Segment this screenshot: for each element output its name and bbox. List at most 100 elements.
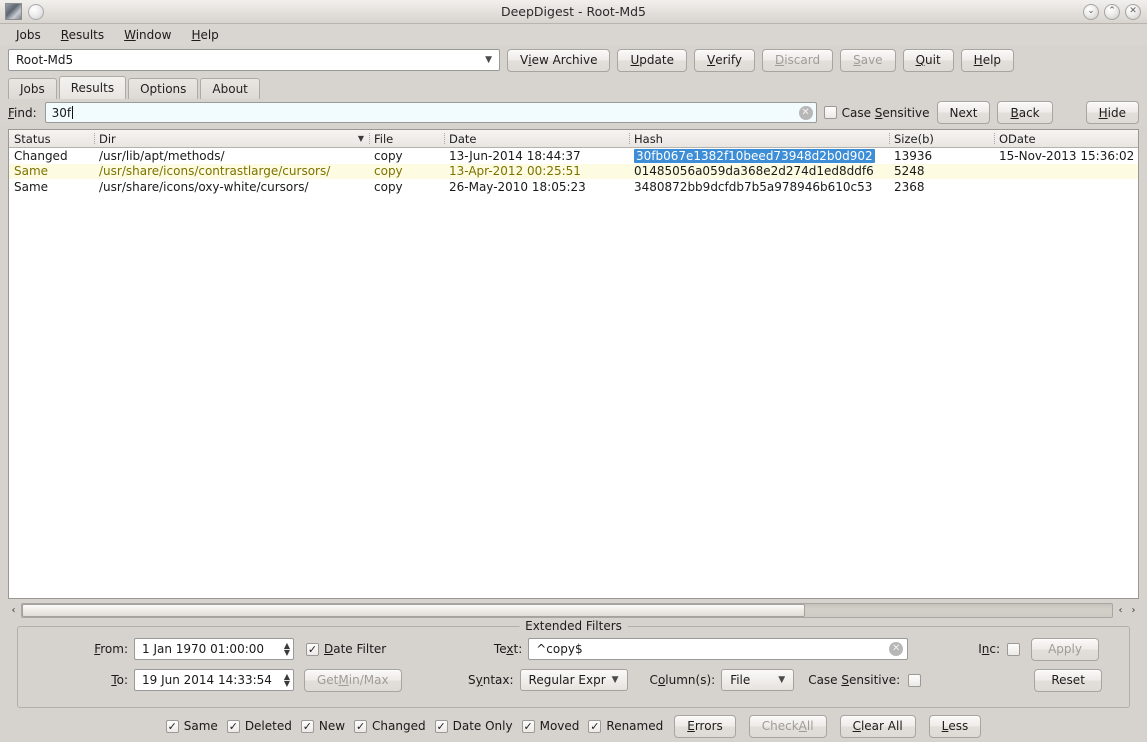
- close-icon[interactable]: ✕: [1125, 3, 1141, 20]
- minimize-icon[interactable]: ⌄: [1083, 3, 1099, 20]
- filter-same-checkbox[interactable]: ✓: [165, 719, 179, 733]
- filter-renamed[interactable]: ✓ Renamed: [588, 719, 663, 733]
- columns-select[interactable]: File ▼: [721, 669, 795, 691]
- column-header-hash-label: Hash: [634, 131, 663, 146]
- filter-moved[interactable]: ✓ Moved: [521, 719, 579, 733]
- scrollbar-thumb[interactable]: [22, 604, 805, 617]
- filter-date-only-checkbox[interactable]: ✓: [434, 719, 448, 733]
- column-grip-icon[interactable]: [994, 133, 995, 144]
- column-grip-icon[interactable]: [444, 133, 445, 144]
- menu-item-help-rest: elp: [200, 27, 219, 42]
- column-grip-icon[interactable]: [629, 133, 630, 144]
- filter-renamed-checkbox[interactable]: ✓: [588, 719, 602, 733]
- reset-button[interactable]: Reset: [1034, 668, 1103, 692]
- scroll-left-step-icon[interactable]: ‹: [1115, 602, 1126, 619]
- to-date-field[interactable]: 19 Jun 2014 14:33:54 ▲ ▼: [134, 669, 294, 691]
- column-header-size[interactable]: Size(b): [889, 130, 994, 147]
- filter-changed-checkbox[interactable]: ✓: [354, 719, 368, 733]
- job-select[interactable]: Root-Md5 ▼: [8, 49, 500, 71]
- column-header-dir[interactable]: Dir ▼: [94, 130, 369, 147]
- filter-same[interactable]: ✓ Same: [165, 719, 218, 733]
- filter-deleted[interactable]: ✓ Deleted: [226, 719, 292, 733]
- column-grip-icon[interactable]: [369, 133, 370, 144]
- inc-label: Inc:: [978, 642, 1001, 656]
- maximize-icon[interactable]: ⌃: [1104, 3, 1120, 20]
- title-bar: DeepDigest - Root-Md5 ⌄ ⌃ ✕: [0, 0, 1147, 24]
- date-filter-checkbox[interactable]: ✓: [306, 642, 319, 656]
- table-row[interactable]: Changed /usr/lib/apt/methods/ copy 13-Ju…: [9, 148, 1138, 164]
- clear-icon[interactable]: ✕: [889, 642, 904, 656]
- window-title: DeepDigest - Root-Md5: [500, 4, 647, 19]
- column-grip-icon[interactable]: [889, 133, 890, 144]
- cell-date: 13-Apr-2012 00:25:51: [449, 164, 581, 179]
- horizontal-scrollbar[interactable]: ‹ ‹ ›: [8, 601, 1139, 620]
- search-input-value: 30f: [51, 105, 799, 120]
- back-button[interactable]: Back: [997, 101, 1053, 124]
- tab-options[interactable]: Options: [128, 78, 199, 99]
- column-grip-icon[interactable]: [94, 133, 95, 144]
- discard-button: Discard: [761, 48, 834, 72]
- get-min-max-button: Get Min/Max: [304, 668, 402, 692]
- verify-button[interactable]: Verify: [693, 48, 755, 72]
- filter-new[interactable]: ✓ New: [300, 719, 345, 733]
- case-sensitive-toggle[interactable]: Case Sensitive: [823, 106, 930, 120]
- menu-item-results[interactable]: Results: [52, 26, 113, 44]
- cell-hash: 3480872bb9dcfdb7b5a978946b610c53: [634, 179, 873, 194]
- column-header-status-label: Status: [14, 131, 51, 146]
- menu-item-jobs[interactable]: Jobs: [7, 26, 50, 44]
- cell-size: 5248: [894, 164, 925, 179]
- syntax-select-value: Regular Expr: [528, 673, 606, 687]
- extended-filters-title: Extended Filters: [519, 619, 628, 633]
- spinner-icon[interactable]: ▲ ▼: [284, 673, 290, 688]
- inc-checkbox[interactable]: [1007, 642, 1021, 656]
- scroll-left-icon[interactable]: ‹: [8, 602, 19, 619]
- tab-about[interactable]: About: [200, 78, 260, 99]
- cell-dir: /usr/share/icons/contrastlarge/cursors/: [99, 164, 331, 179]
- clear-all-button[interactable]: Clear All: [839, 714, 916, 738]
- next-button[interactable]: Next: [936, 101, 991, 124]
- cell-status: Changed: [14, 148, 68, 163]
- text-filter-input[interactable]: ^copy$ ✕: [528, 638, 909, 660]
- filters-case-sensitive-checkbox[interactable]: [908, 673, 922, 687]
- menu-item-window[interactable]: Window: [115, 26, 180, 44]
- filter-new-checkbox[interactable]: ✓: [300, 719, 314, 733]
- spinner-icon[interactable]: ▲ ▼: [284, 642, 290, 657]
- find-bar: Find: 30f ✕ Case Sensitive Next Back Hid…: [0, 99, 1147, 126]
- errors-button[interactable]: Errors: [674, 714, 736, 738]
- filter-changed[interactable]: ✓ Changed: [354, 719, 426, 733]
- tab-jobs[interactable]: Jobs: [8, 78, 57, 99]
- help-button[interactable]: Help: [960, 48, 1015, 72]
- filter-date-only[interactable]: ✓ Date Only: [434, 719, 513, 733]
- menu-item-help[interactable]: Help: [182, 26, 227, 44]
- scroll-right-icon[interactable]: ›: [1128, 602, 1139, 619]
- filter-deleted-checkbox[interactable]: ✓: [226, 719, 240, 733]
- menu-item-jobs-rest: obs: [19, 27, 41, 42]
- quit-button[interactable]: Quit: [902, 48, 954, 72]
- table-row[interactable]: Same /usr/share/icons/oxy-white/cursors/…: [9, 179, 1138, 195]
- less-button[interactable]: Less: [928, 714, 982, 738]
- filter-moved-checkbox[interactable]: ✓: [521, 719, 535, 733]
- update-button[interactable]: Update: [617, 48, 687, 72]
- search-input[interactable]: 30f ✕: [44, 102, 817, 123]
- table-row[interactable]: Same /usr/share/icons/contrastlarge/curs…: [9, 163, 1138, 179]
- clear-icon[interactable]: ✕: [798, 105, 813, 120]
- tab-results[interactable]: Results: [58, 76, 127, 99]
- cell-file: copy: [374, 148, 403, 163]
- tab-results-label: Results: [70, 81, 115, 95]
- scrollbar-track[interactable]: [21, 603, 1113, 618]
- apply-button-label: Apply: [1048, 642, 1082, 656]
- column-header-date[interactable]: Date: [444, 130, 629, 147]
- column-header-status[interactable]: Status: [9, 130, 94, 147]
- view-archive-button[interactable]: Vi ew Archive: [507, 48, 611, 72]
- column-header-file[interactable]: File: [369, 130, 444, 147]
- search-input-text: 30f: [51, 105, 72, 120]
- from-date-field[interactable]: 1 Jan 1970 01:00:00 ▲ ▼: [134, 638, 294, 660]
- case-sensitive-checkbox[interactable]: [823, 106, 837, 119]
- hide-button[interactable]: Hide: [1085, 101, 1139, 124]
- column-header-hash[interactable]: Hash: [629, 130, 889, 147]
- extended-filters-group: Extended Filters From: 1 Jan 1970 01:00:…: [17, 619, 1130, 708]
- cell-size: 13936: [894, 148, 933, 163]
- syntax-select[interactable]: Regular Expr ▼: [519, 669, 628, 691]
- column-header-odate[interactable]: ODate: [994, 130, 1138, 147]
- text-caret: [72, 105, 74, 119]
